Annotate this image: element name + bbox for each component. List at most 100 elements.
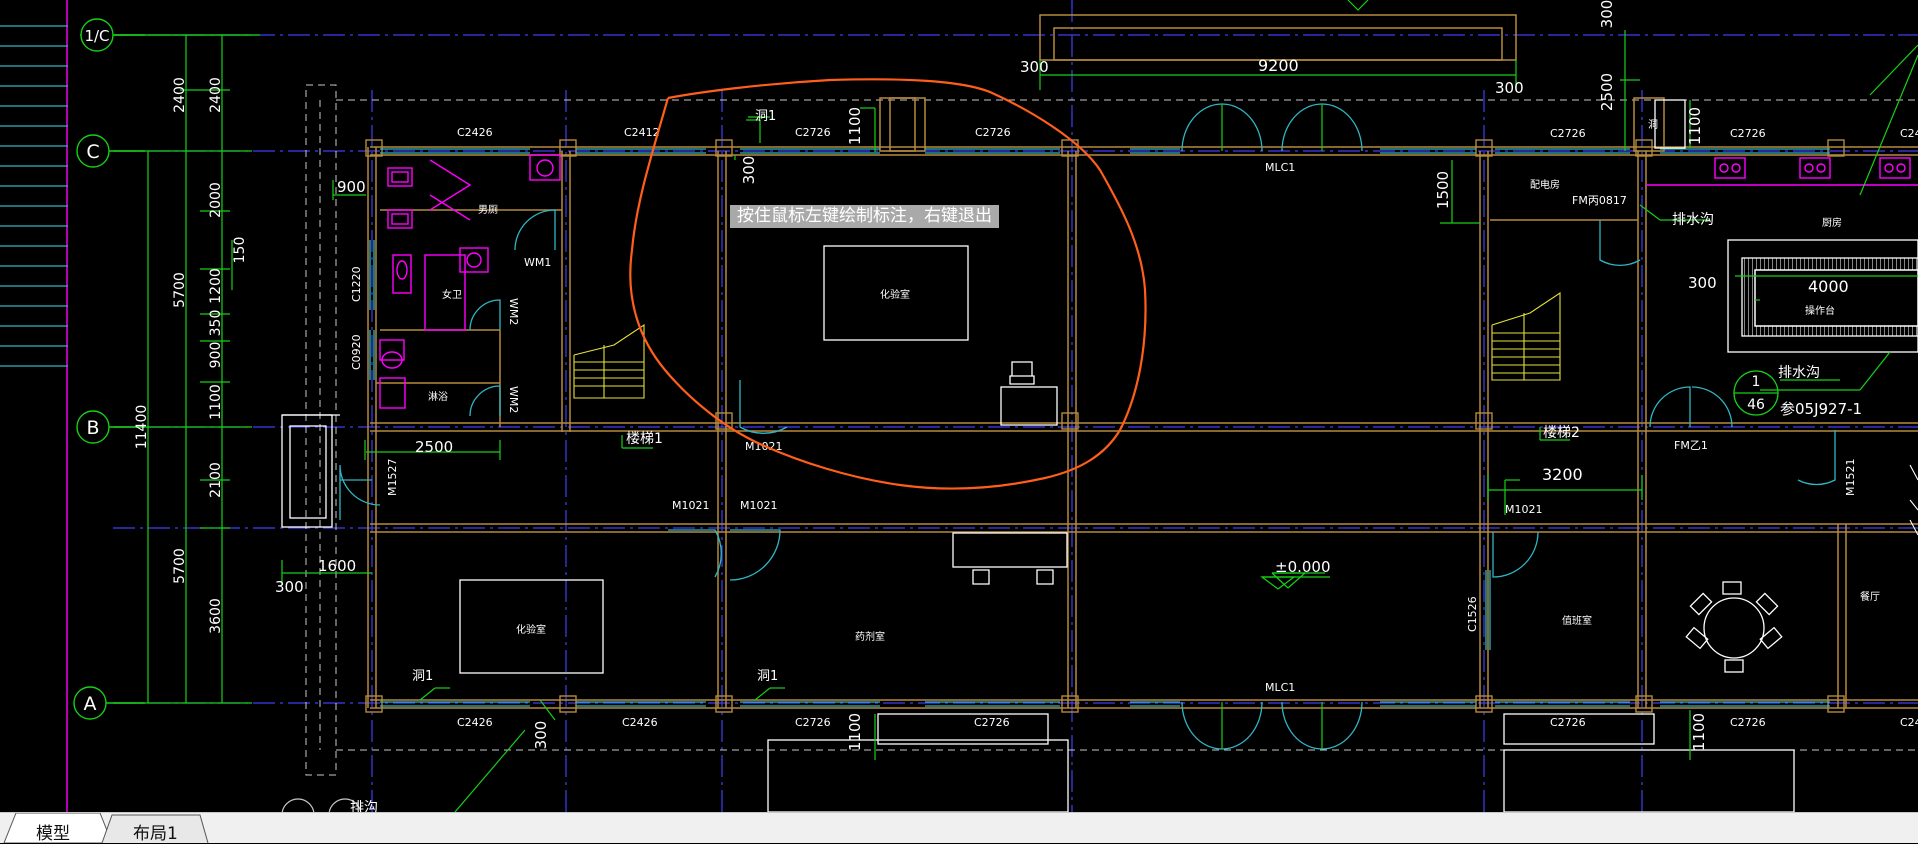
left-panel-edge <box>0 0 68 812</box>
label-dong1-b: 洞1 <box>412 669 433 684</box>
dim-300-top-right: 300 <box>1495 79 1524 97</box>
label-m1021-b: M1021 <box>672 499 710 512</box>
pen-cursor <box>1869 44 1918 96</box>
room-linyu: 淋浴 <box>428 390 448 403</box>
label-fm0817: FM丙0817 <box>1572 194 1627 207</box>
label-dong1-a: 洞1 <box>755 109 776 124</box>
tab-layout1[interactable]: 布局1 <box>133 819 178 844</box>
dim-1100-right-top: 1100 <box>1686 107 1704 145</box>
dim-2400-a: 2400 <box>172 77 188 113</box>
detail-ref-note: 参05J927-1 <box>1780 400 1862 418</box>
dim-1100-left: 1100 <box>208 384 224 420</box>
label-m1521: M1521 <box>1844 459 1857 497</box>
label-c2726-e: C2726 <box>795 716 831 729</box>
room-nvyu: 女卫 <box>442 288 462 301</box>
furniture <box>281 99 1918 812</box>
dim-150: 150 <box>232 237 248 264</box>
elevation-marker <box>1260 576 1330 590</box>
dim-300-left: 300 <box>275 578 304 596</box>
label-c2426-c: C2426 <box>622 716 658 729</box>
dim-1600: 1600 <box>318 557 356 575</box>
dim-1500: 1500 <box>1434 171 1452 209</box>
label-wm2-a: WM2 <box>507 298 520 325</box>
axis-label-1c: 1/C <box>84 27 109 45</box>
room-power: 配电房 <box>1530 178 1560 191</box>
label-drain-c: 排沟 <box>350 800 378 812</box>
dim-1100-bottom: 1100 <box>846 713 864 751</box>
label-c2412: C2412 <box>624 126 660 139</box>
dim-9200: 9200 <box>1258 56 1299 75</box>
cad-drawing-canvas[interactable]: 1/C C B A 2400 2400 2000 1200 350 900 11… <box>0 0 1918 812</box>
label-c1220: C1220 <box>350 266 363 302</box>
label-c24-top: C24 <box>1900 127 1918 140</box>
dim-5700-a: 5700 <box>172 272 188 308</box>
dim-2500-right: 2500 <box>1598 73 1616 111</box>
label-dong1-c: 洞1 <box>757 669 778 684</box>
tab-model[interactable]: 模型 <box>36 819 70 844</box>
axis-bubbles <box>73 18 145 720</box>
dim-350: 350 <box>208 310 224 337</box>
dim-300-top-left: 300 <box>1020 58 1049 76</box>
axis-label-b: B <box>86 417 99 439</box>
dim-2100: 2100 <box>208 462 224 498</box>
columns <box>365 139 1845 713</box>
axis-label-c: C <box>86 141 99 163</box>
label-stair2: 楼梯2 <box>1543 425 1580 441</box>
dim-5700-b: 5700 <box>172 548 188 584</box>
label-c0920: C0920 <box>350 334 363 370</box>
label-c2726-d: C2726 <box>1730 127 1766 140</box>
room-duty: 值班室 <box>1562 614 1592 627</box>
detail-ref-top: 1 <box>1752 374 1761 390</box>
room-lab-left: 化验室 <box>516 623 546 636</box>
room-kitchen: 厨房 <box>1822 216 1842 229</box>
room-nanyu: 男厕 <box>478 204 498 216</box>
label-mlc1-bottom: MLC1 <box>1265 681 1295 694</box>
command-prompt-tooltip: 按住鼠标左键绘制标注，右键退出 <box>730 205 999 228</box>
label-m1021-d: M1021 <box>1505 503 1543 516</box>
label-drain-b: 排水沟 <box>1778 365 1820 381</box>
dim-300-stair: 300 <box>740 156 758 185</box>
dim-2000: 2000 <box>208 182 224 218</box>
label-c2726-c: C2726 <box>1550 127 1586 140</box>
label-c2726-b: C2726 <box>975 126 1011 139</box>
label-mlc1-top: MLC1 <box>1265 161 1295 174</box>
label-c1526: C1526 <box>1466 596 1479 632</box>
label-m1527: M1527 <box>386 459 399 497</box>
label-c2726-f: C2726 <box>974 716 1010 729</box>
dim-2400-b: 2400 <box>208 77 224 113</box>
dim-3600: 3600 <box>208 598 224 634</box>
layout-tab-bar: 模型 布局1 <box>0 812 1918 844</box>
dim-11400: 11400 <box>134 405 150 450</box>
dim-300-kitchen: 300 <box>1688 274 1717 292</box>
room-lab-center: 化验室 <box>880 288 910 301</box>
label-c2726-h: C2726 <box>1730 716 1766 729</box>
dim-1100-bottom-right: 1100 <box>1690 713 1708 751</box>
detail-ref-bottom: 46 <box>1747 397 1765 413</box>
dim-900-left: 900 <box>208 342 224 369</box>
label-c24-bottom: C24 <box>1900 716 1918 729</box>
axis-label-a: A <box>84 693 97 715</box>
label-c2726-g: C2726 <box>1550 716 1586 729</box>
dim-900-plan: 900 <box>337 178 366 196</box>
label-wm1: WM1 <box>524 256 551 269</box>
room-reagent: 药剂室 <box>855 630 885 643</box>
label-dong-small: 洞 <box>1648 119 1658 131</box>
dim-3200: 3200 <box>1542 465 1583 484</box>
label-c2426-a: C2426 <box>457 126 493 139</box>
label-c2726-a: C2726 <box>795 126 831 139</box>
label-fmz1: FM乙1 <box>1674 439 1708 452</box>
room-counter: 操作台 <box>1805 304 1835 317</box>
dim-2500-plan: 2500 <box>415 438 453 456</box>
dim-1200: 1200 <box>208 268 224 304</box>
label-elevation: ±0.000 <box>1275 558 1331 576</box>
dim-300-right-top: 300 <box>1598 0 1616 28</box>
dim-300-bottom: 300 <box>532 721 550 750</box>
dim-1100-top: 1100 <box>846 107 864 145</box>
label-wm2-b: WM2 <box>507 386 520 413</box>
label-drain-a: 排水沟 <box>1672 212 1714 228</box>
label-stair1: 楼梯1 <box>626 431 663 447</box>
room-dining: 餐厅 <box>1860 590 1880 603</box>
left-dimension-chains <box>80 34 260 704</box>
label-c2426-b: C2426 <box>457 716 493 729</box>
outer-dashed-boundary <box>305 84 1918 776</box>
